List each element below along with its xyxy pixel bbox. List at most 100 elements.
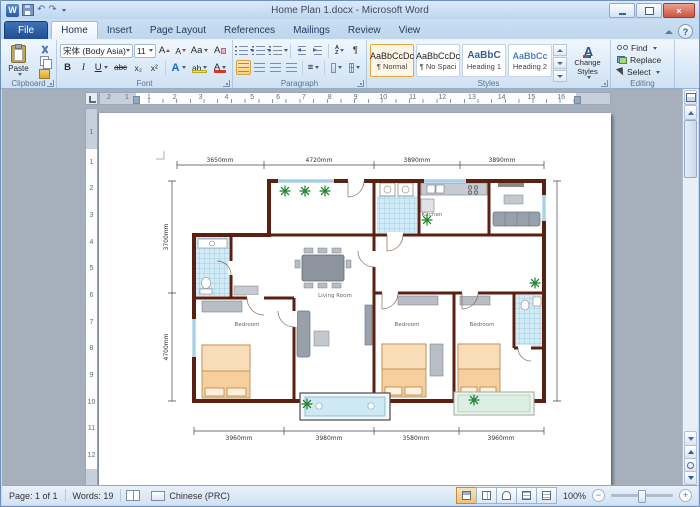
paragraph-dialog-launcher[interactable]	[357, 80, 364, 87]
style-card[interactable]: AaBbC Heading 1	[462, 44, 506, 77]
print-layout-view-button[interactable]	[456, 487, 477, 504]
font-dialog-launcher[interactable]	[223, 80, 230, 87]
style-preview: AaBbC	[467, 50, 500, 61]
styles-dialog-launcher[interactable]	[601, 80, 608, 87]
dim-bottom-1: 3960mm	[226, 435, 253, 442]
styles-gallery-scroll	[553, 44, 567, 82]
shrink-font-button[interactable]: A	[173, 43, 188, 58]
left-indent-marker[interactable]	[133, 96, 140, 104]
change-case-button[interactable]: Aa	[189, 43, 210, 58]
ribbon-tab[interactable]: References	[215, 22, 284, 39]
zoom-level[interactable]: 100%	[557, 491, 592, 501]
ribbon-tab[interactable]: Mailings	[284, 22, 339, 39]
floorplan-drawing[interactable]: 3650mm 4720mm 3890mm 3890mm 3700mm 4700m…	[154, 143, 574, 450]
italic-button[interactable]: I	[76, 60, 91, 75]
shading-button[interactable]	[328, 60, 345, 75]
redo-button[interactable]: ↷	[48, 5, 56, 15]
font-color-button[interactable]: A	[211, 60, 229, 75]
style-card[interactable]: AaBbCcDc ¶ No Spaci	[416, 44, 460, 77]
clear-formatting-button[interactable]: A	[211, 43, 229, 58]
ribbon-tab[interactable]: View	[390, 22, 430, 39]
superscript-button[interactable]: x²	[147, 60, 162, 75]
align-center-button[interactable]	[252, 60, 267, 75]
align-right-button[interactable]	[268, 60, 283, 75]
line-spacing-button[interactable]: ≡	[306, 60, 321, 75]
scrollbar-thumb[interactable]	[684, 120, 697, 178]
previous-page-button[interactable]	[684, 445, 697, 459]
font-size-combo[interactable]: 11	[134, 44, 156, 58]
justify-button[interactable]	[284, 60, 299, 75]
vertical-scrollbar[interactable]	[682, 89, 698, 486]
outline-view-button[interactable]	[516, 487, 537, 504]
borders-button[interactable]	[346, 60, 363, 75]
ruler-number: 1	[125, 94, 129, 101]
ribbon-tab[interactable]: Page Layout	[141, 22, 215, 39]
tab-stop-selector[interactable]	[85, 92, 98, 105]
increase-indent-button[interactable]	[310, 43, 325, 58]
style-card[interactable]: AaBbCcDc ¶ Normal	[370, 44, 414, 77]
ribbon-tab[interactable]: Home	[51, 21, 98, 39]
replace-button[interactable]: Replace	[614, 54, 671, 66]
word-count[interactable]: Words: 19	[66, 491, 121, 501]
underline-button[interactable]: U	[92, 60, 110, 75]
language-indicator[interactable]: Chinese (PRC)	[167, 491, 237, 501]
ribbon-tab[interactable]: Review	[339, 22, 390, 39]
chevron-down-icon	[653, 47, 657, 50]
minimize-button[interactable]	[609, 3, 635, 18]
right-indent-marker[interactable]	[574, 96, 581, 104]
vertical-ruler[interactable]: 1 123456789101112	[85, 108, 98, 486]
subscript-button[interactable]: x₂	[131, 60, 146, 75]
find-button[interactable]: Find	[614, 42, 671, 54]
text-effects-button[interactable]: A	[169, 60, 188, 75]
full-screen-reading-button[interactable]	[476, 487, 497, 504]
grow-font-button[interactable]: A	[157, 43, 173, 58]
web-layout-button[interactable]	[496, 487, 517, 504]
zoom-slider-thumb[interactable]	[638, 490, 646, 503]
multilevel-list-button[interactable]	[271, 43, 287, 58]
zoom-in-button[interactable]: +	[679, 489, 692, 502]
minimize-ribbon-icon[interactable]	[665, 30, 673, 34]
draft-view-button[interactable]	[536, 487, 557, 504]
highlight-button[interactable]: ab	[189, 60, 210, 75]
style-card[interactable]: AaBbCc Heading 2	[508, 44, 552, 77]
show-paragraph-marks-button[interactable]: ¶	[348, 43, 363, 58]
select-browse-object-button[interactable]	[684, 458, 697, 472]
zoom-out-button[interactable]: −	[592, 489, 605, 502]
strikethrough-button[interactable]: abc	[111, 60, 129, 75]
styles-scroll-up[interactable]	[553, 44, 567, 56]
qat-customize-icon[interactable]	[62, 9, 66, 12]
scroll-up-button[interactable]	[684, 105, 697, 120]
document-page[interactable]: 3650mm 4720mm 3890mm 3890mm 3700mm 4700m…	[99, 113, 611, 486]
help-button[interactable]: ?	[678, 24, 693, 39]
close-button[interactable]: ×	[663, 3, 695, 18]
cut-button[interactable]	[35, 44, 53, 54]
decrease-indent-button[interactable]	[294, 43, 309, 58]
tab-file[interactable]: File	[4, 21, 48, 39]
change-styles-button[interactable]: A Change Styles	[568, 42, 607, 82]
paste-button[interactable]: Paste	[4, 42, 33, 77]
undo-button[interactable]: ↶	[37, 5, 45, 15]
numbering-button[interactable]	[253, 43, 269, 58]
horizontal-ruler[interactable]: 21 12345678910111213141516	[99, 92, 611, 105]
bold-button[interactable]: B	[60, 60, 75, 75]
select-button[interactable]: Select	[614, 66, 671, 78]
word-logo[interactable]: W	[6, 4, 19, 17]
scroll-down-button[interactable]	[684, 431, 697, 446]
copy-button[interactable]	[35, 55, 53, 67]
page-indicator[interactable]: Page: 1 of 1	[2, 491, 65, 501]
next-page-button[interactable]	[684, 471, 697, 485]
window-title: Home Plan 1.docx - Microsoft Word	[271, 5, 429, 16]
font-name-combo[interactable]: 宋体 (Body Asia)	[60, 44, 133, 58]
sort-button[interactable]: AZ	[332, 43, 347, 58]
ribbon-tab[interactable]: Insert	[98, 22, 141, 39]
proofing-icon[interactable]	[126, 490, 140, 501]
ruler-toggle-button[interactable]	[684, 90, 697, 105]
bullets-button[interactable]	[236, 43, 252, 58]
font-color-label: A	[214, 62, 220, 73]
restore-button[interactable]	[636, 3, 662, 18]
save-button[interactable]	[22, 4, 34, 16]
styles-scroll-down[interactable]	[553, 57, 567, 69]
zoom-slider[interactable]	[611, 494, 673, 497]
align-left-button[interactable]	[236, 60, 251, 75]
clipboard-dialog-launcher[interactable]	[47, 80, 54, 87]
